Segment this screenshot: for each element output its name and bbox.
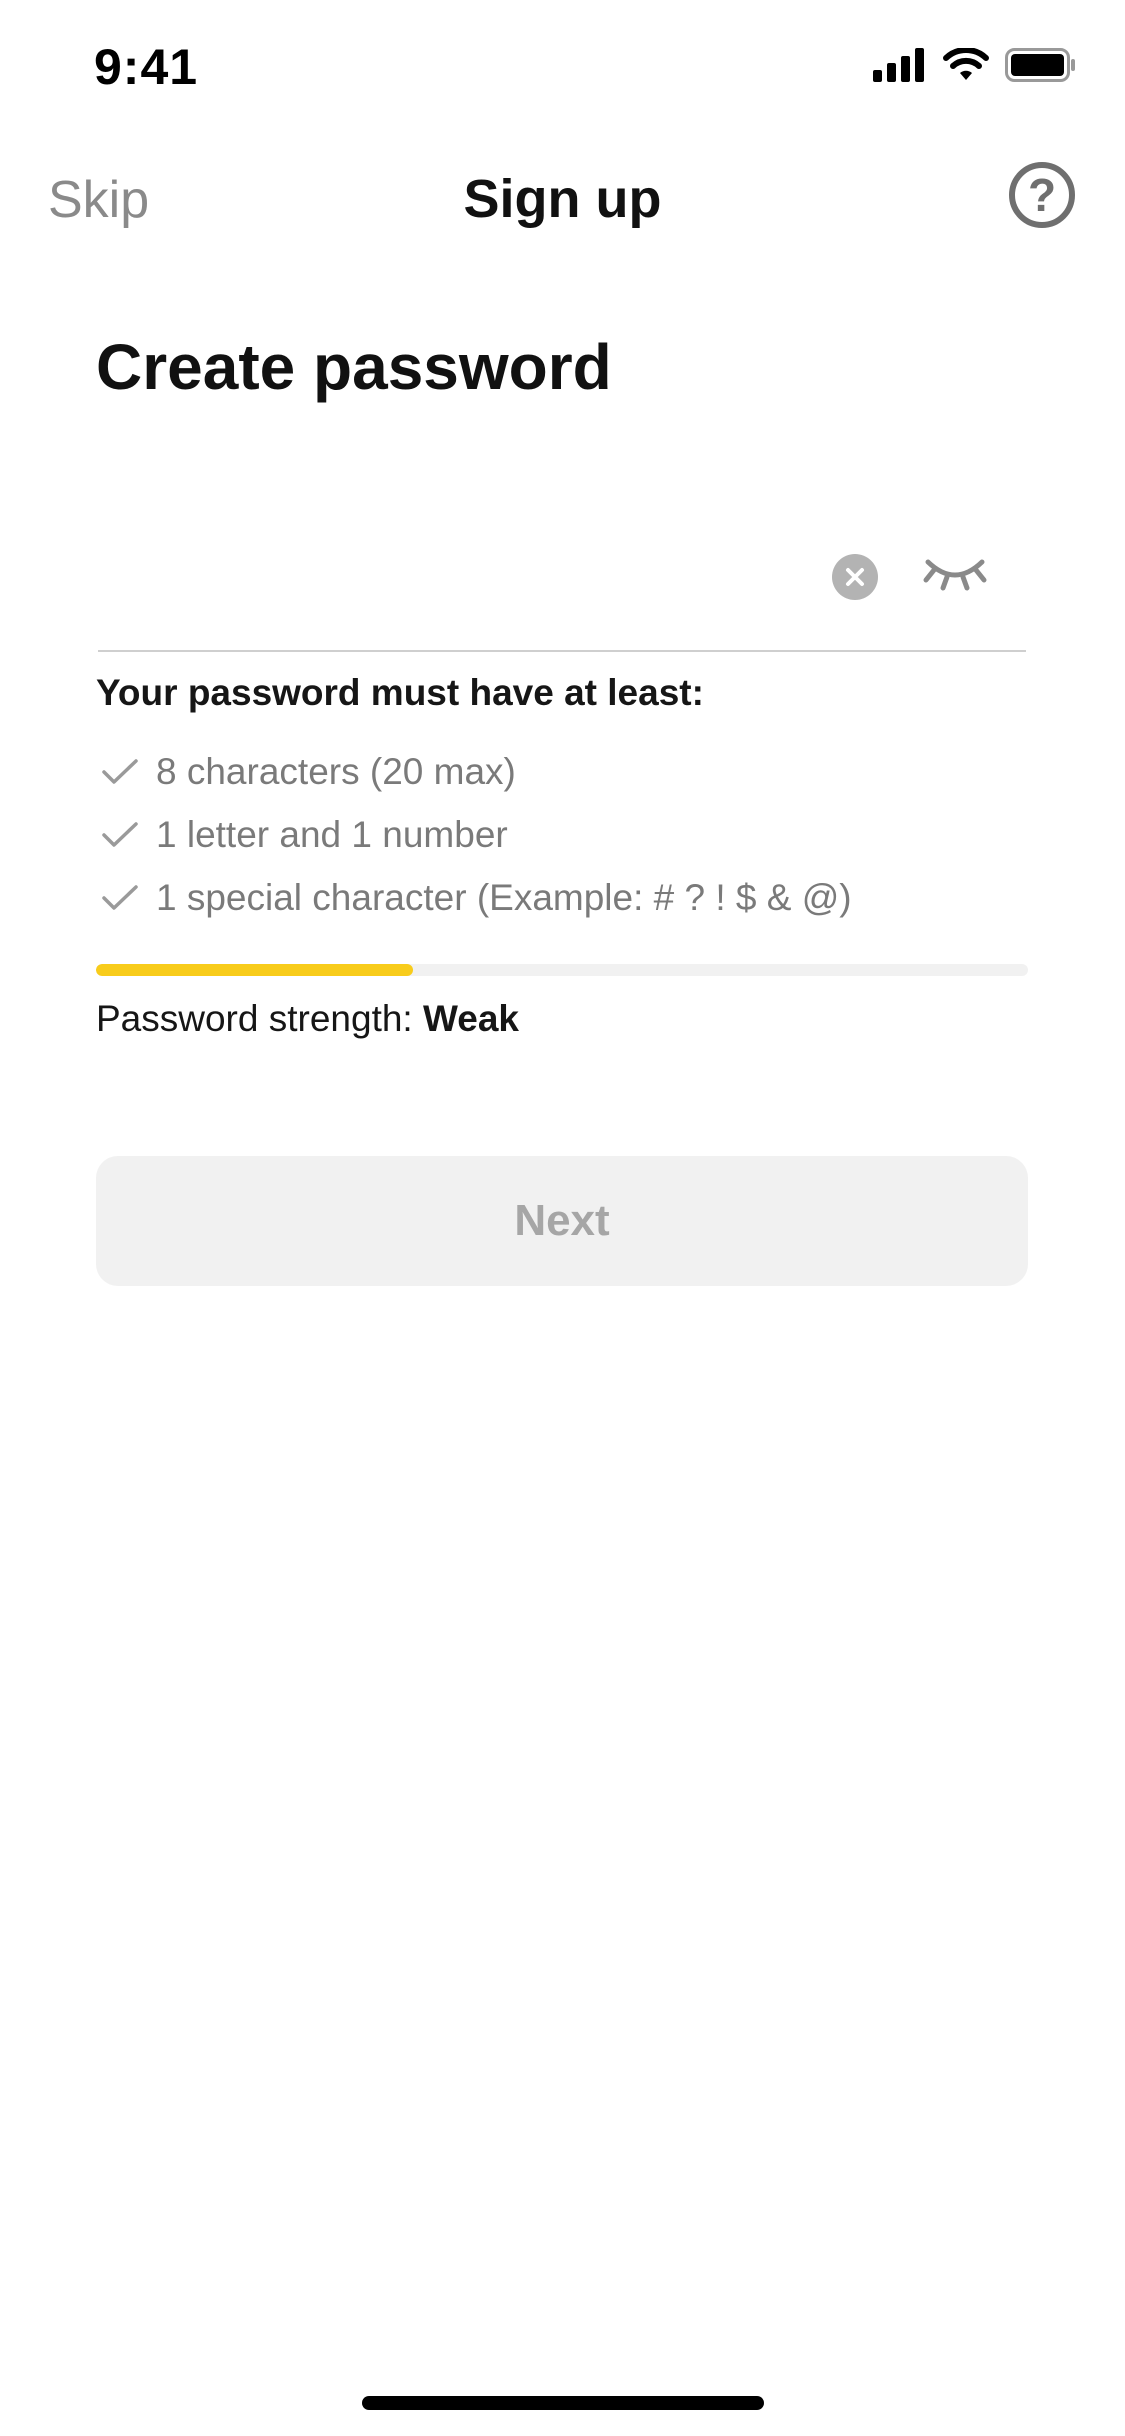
- nav-title: Sign up: [463, 169, 662, 229]
- list-item: 1 letter and 1 number: [100, 803, 852, 866]
- strength-meter: [96, 964, 1028, 976]
- strength-meter-fill: [96, 964, 413, 976]
- battery-icon: [1005, 48, 1075, 82]
- check-icon: [102, 821, 138, 847]
- wifi-icon: [943, 48, 989, 80]
- clear-icon[interactable]: [832, 554, 878, 600]
- strength-label: Password strength: Weak: [96, 998, 519, 1040]
- status-bar: 9:41: [0, 0, 1125, 140]
- next-button[interactable]: Next: [96, 1156, 1028, 1286]
- help-circle-icon[interactable]: ?: [1009, 162, 1075, 228]
- check-icon: [102, 758, 138, 784]
- help-glyph: ?: [1027, 169, 1057, 221]
- cellular-signal-icon: [873, 48, 924, 82]
- status-icons: [873, 48, 1077, 82]
- strength-value: Weak: [422, 998, 519, 1039]
- requirement-text: 1 special character (Example: # ? ! $ & …: [156, 876, 852, 918]
- eye-closed-icon[interactable]: [922, 552, 988, 598]
- requirement-text: 8 characters (20 max): [156, 750, 516, 792]
- password-field: [98, 530, 1026, 652]
- page-title: Create password: [96, 331, 612, 403]
- requirements-heading: Your password must have at least:: [96, 672, 704, 713]
- list-item: 1 special character (Example: # ? ! $ & …: [100, 866, 852, 929]
- list-item: 8 characters (20 max): [100, 740, 852, 803]
- status-time: 9:41: [94, 39, 199, 95]
- password-input[interactable]: [98, 550, 802, 632]
- nav-bar: Skip Sign up ?: [0, 150, 1125, 250]
- strength-label-text: Password strength:: [96, 998, 423, 1039]
- check-icon: [102, 884, 138, 910]
- home-indicator: [362, 2396, 764, 2410]
- requirements-list: 8 characters (20 max) 1 letter and 1 num…: [100, 740, 852, 929]
- requirement-text: 1 letter and 1 number: [156, 813, 508, 855]
